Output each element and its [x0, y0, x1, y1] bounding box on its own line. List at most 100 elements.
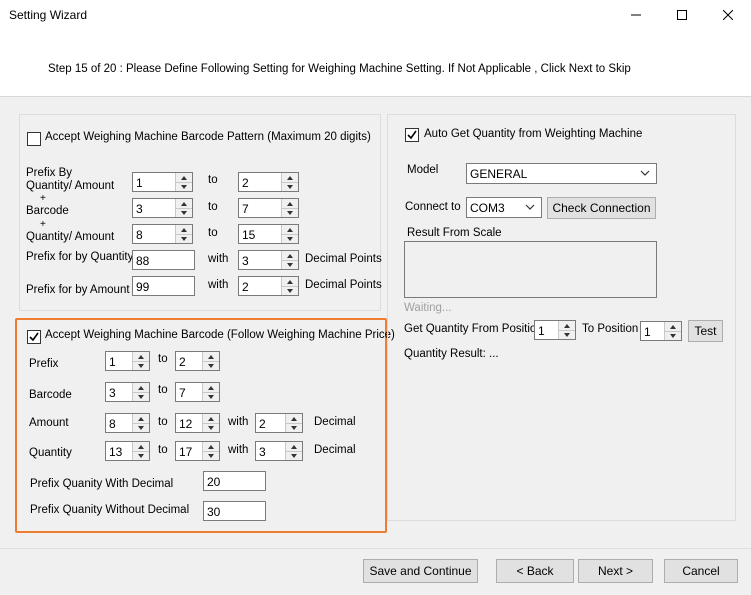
scale-result-box: [404, 241, 657, 298]
cancel-button[interactable]: Cancel: [664, 559, 738, 583]
spin-down-icon[interactable]: [282, 286, 298, 295]
prefix-by-label-line2: Quantity/ Amount: [26, 180, 115, 192]
fp-amount-decimal-spinner[interactable]: 2: [255, 413, 303, 433]
barcode-label: Barcode: [29, 389, 72, 401]
spin-down-icon[interactable]: [282, 182, 298, 191]
prefix-qty-value: 88: [136, 254, 150, 268]
decimal-points-label: Decimal Points: [305, 279, 382, 291]
test-button[interactable]: Test: [688, 320, 723, 342]
fp-amount-to-value: 12: [179, 417, 193, 431]
maximize-icon: [677, 10, 687, 20]
window-title: Setting Wizard: [9, 8, 88, 22]
follow-price-checkbox[interactable]: [27, 330, 41, 344]
spin-down-icon[interactable]: [203, 392, 219, 401]
model-select[interactable]: GENERAL: [466, 163, 657, 184]
qty-amount-from-spinner[interactable]: 8: [132, 224, 193, 244]
prefix-to-spinner[interactable]: 2: [238, 172, 299, 192]
prefix-amt-decimal-spinner[interactable]: 2: [238, 276, 299, 296]
fp-amount-from-spinner[interactable]: 8: [105, 413, 150, 433]
spin-down-icon[interactable]: [282, 260, 298, 269]
decimal-label: Decimal: [314, 416, 356, 428]
prefix-by-label-line1: Prefix By: [26, 167, 73, 179]
with-label: with: [228, 416, 249, 428]
prefix-qty-input[interactable]: 88: [132, 250, 195, 270]
spin-down-icon[interactable]: [665, 331, 681, 340]
spin-down-icon[interactable]: [203, 361, 219, 370]
barcode-to-spinner[interactable]: 7: [238, 198, 299, 218]
get-qty-position-label: Get Quantity From Position: [404, 323, 543, 335]
fp-prefix-from-spinner[interactable]: 1: [105, 351, 150, 371]
model-label: Model: [407, 164, 439, 176]
to-position-spinner[interactable]: 1: [640, 321, 682, 341]
back-button[interactable]: < Back: [496, 559, 574, 583]
fp-quantity-decimal-value: 3: [259, 445, 266, 459]
with-decimal-label: Prefix Quanity With Decimal: [30, 478, 174, 490]
setting-wizard-window: Setting Wizard Step 15 of 20 : Please De…: [0, 0, 751, 595]
fp-quantity-from-spinner[interactable]: 13: [105, 441, 150, 461]
spin-down-icon[interactable]: [559, 330, 575, 339]
minimize-button[interactable]: [613, 0, 659, 30]
with-label: with: [208, 253, 229, 265]
spin-down-icon[interactable]: [133, 392, 149, 401]
prefix-to-value: 2: [242, 176, 249, 190]
spin-down-icon[interactable]: [133, 361, 149, 370]
barcode-to-value: 7: [242, 202, 249, 216]
fp-quantity-to-spinner[interactable]: 17: [175, 441, 220, 461]
prefix-amt-decimal-value: 2: [242, 280, 249, 294]
from-position-value: 1: [538, 324, 545, 338]
spin-down-icon[interactable]: [282, 208, 298, 217]
prefix-qty-label: Prefix for by Quantity: [26, 251, 134, 263]
auto-quantity-label: Auto Get Quantity from Weighting Machine: [424, 128, 643, 140]
spin-down-icon[interactable]: [203, 451, 219, 460]
check-connection-button[interactable]: Check Connection: [547, 197, 656, 219]
to-label: to: [208, 201, 218, 213]
spin-down-icon[interactable]: [176, 234, 192, 243]
prefix-amt-input[interactable]: 99: [132, 276, 195, 296]
without-decimal-value: 30: [207, 505, 221, 519]
close-button[interactable]: [705, 0, 751, 30]
to-label: to: [208, 227, 218, 239]
spin-down-icon[interactable]: [286, 451, 302, 460]
chevron-down-icon: [525, 204, 535, 210]
fp-amount-to-spinner[interactable]: 12: [175, 413, 220, 433]
maximize-button[interactable]: [659, 0, 705, 30]
prefix-from-spinner[interactable]: 1: [132, 172, 193, 192]
quantity-label: Quantity: [29, 447, 72, 459]
spin-down-icon[interactable]: [282, 234, 298, 243]
fp-prefix-from-value: 1: [109, 355, 116, 369]
fp-prefix-to-spinner[interactable]: 2: [175, 351, 220, 371]
spin-down-icon[interactable]: [286, 423, 302, 432]
port-select[interactable]: COM3: [466, 197, 542, 218]
with-decimal-input[interactable]: 20: [203, 471, 266, 491]
barcode-from-value: 3: [136, 202, 143, 216]
fp-barcode-to-value: 7: [179, 386, 186, 400]
fp-barcode-from-spinner[interactable]: 3: [105, 382, 150, 402]
barcode-pattern-checkbox[interactable]: [27, 132, 41, 146]
spin-down-icon[interactable]: [133, 423, 149, 432]
prefix-qty-decimal-value: 3: [242, 254, 249, 268]
qty-amount-from-value: 8: [136, 228, 143, 242]
spin-down-icon[interactable]: [133, 451, 149, 460]
without-decimal-input[interactable]: 30: [203, 501, 266, 521]
port-value: COM3: [470, 201, 505, 215]
follow-price-label: Accept Weighing Machine Barcode (Follow …: [45, 329, 395, 341]
spin-down-icon[interactable]: [176, 182, 192, 191]
save-continue-button[interactable]: Save and Continue: [363, 559, 478, 583]
with-label: with: [208, 279, 229, 291]
qty-amount-to-spinner[interactable]: 15: [238, 224, 299, 244]
barcode-from-spinner[interactable]: 3: [132, 198, 193, 218]
step-instruction: Step 15 of 20 : Please Define Following …: [48, 63, 631, 75]
next-button[interactable]: Next >: [578, 559, 653, 583]
prefix-qty-decimal-spinner[interactable]: 3: [238, 250, 299, 270]
prefix-label: Prefix: [29, 358, 59, 370]
to-label: to: [158, 353, 168, 365]
auto-quantity-checkbox[interactable]: [405, 128, 419, 142]
spin-down-icon[interactable]: [203, 423, 219, 432]
fp-barcode-to-spinner[interactable]: 7: [175, 382, 220, 402]
prefix-amt-value: 99: [136, 280, 150, 294]
chevron-down-icon: [640, 170, 650, 176]
to-label: to: [158, 384, 168, 396]
from-position-spinner[interactable]: 1: [534, 320, 576, 340]
fp-quantity-decimal-spinner[interactable]: 3: [255, 441, 303, 461]
spin-down-icon[interactable]: [176, 208, 192, 217]
